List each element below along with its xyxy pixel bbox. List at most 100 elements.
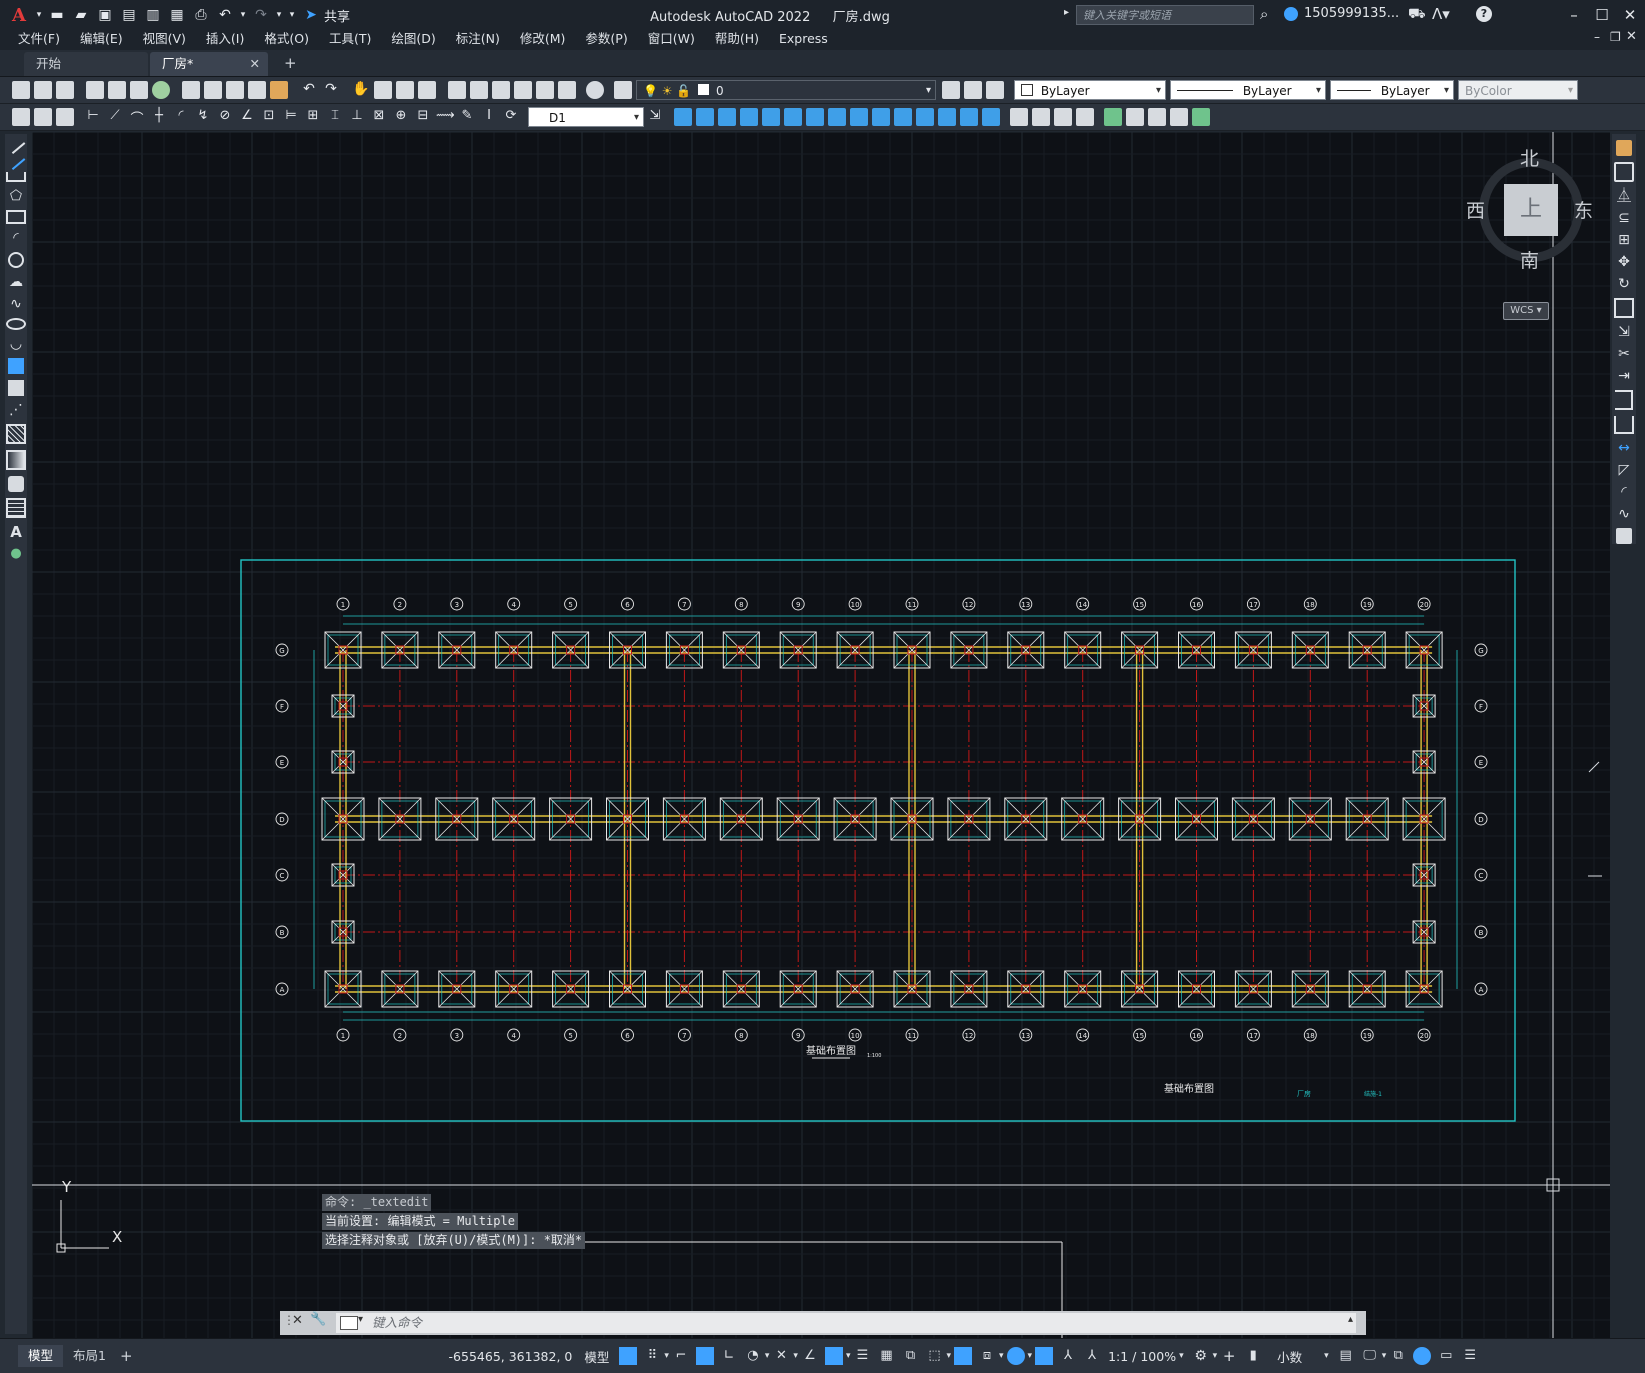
make-block-icon[interactable] <box>8 380 24 396</box>
underlay-icon[interactable] <box>1170 108 1188 126</box>
redo-icon[interactable]: ↷ <box>250 4 272 26</box>
layer-match-icon[interactable] <box>986 81 1004 99</box>
grid-icon[interactable] <box>619 1347 638 1365</box>
tolerance-icon[interactable]: ⊠ <box>370 108 388 126</box>
draw-order-below-icon[interactable] <box>1076 108 1094 126</box>
move-icon[interactable] <box>762 108 780 126</box>
polygon-icon[interactable]: ⬠ <box>8 188 24 204</box>
menu-tools[interactable]: 工具(T) <box>319 28 381 50</box>
dim-style-icon[interactable] <box>34 108 52 126</box>
linetype-dropdown[interactable]: ByLayer ▾ <box>1170 80 1326 100</box>
color-dropdown[interactable]: ByLayer ▾ <box>1014 80 1166 100</box>
offset-icon[interactable] <box>718 108 736 126</box>
quick-properties-icon[interactable]: ▤ <box>1337 1347 1355 1365</box>
compass-west-label[interactable]: 西 <box>1466 196 1485 223</box>
layer-properties-icon[interactable] <box>614 81 632 99</box>
menu-view[interactable]: 视图(V) <box>133 28 196 50</box>
plotstyle-dropdown[interactable]: ByColor ▾ <box>1458 80 1578 100</box>
save-as-icon[interactable]: ▤ <box>118 4 140 26</box>
spline-icon[interactable]: ∿ <box>8 296 24 312</box>
menu-edit[interactable]: 编辑(E) <box>70 28 133 50</box>
copy-icon[interactable] <box>204 81 222 99</box>
menu-draw[interactable]: 绘图(D) <box>381 28 445 50</box>
cart-icon[interactable]: ⛟ <box>1408 6 1426 24</box>
zoom-window-icon[interactable] <box>396 81 414 99</box>
hatch-icon[interactable] <box>6 424 26 444</box>
new-icon[interactable] <box>12 81 30 99</box>
draw-order-back-icon[interactable] <box>1032 108 1050 126</box>
dim-jogged-icon[interactable]: ↯ <box>194 108 212 126</box>
attach-icon[interactable] <box>1126 108 1144 126</box>
workspace-dropdown-icon[interactable]: ▾ <box>1213 1351 1218 1361</box>
redo-icon[interactable]: ↷ <box>322 81 340 99</box>
table-style-icon[interactable] <box>56 108 74 126</box>
filter-dropdown-icon[interactable]: ▾ <box>999 1351 1004 1361</box>
command-close-icon[interactable]: ✕ <box>292 1313 303 1328</box>
maximize-icon[interactable]: ☐ <box>1590 3 1614 27</box>
dim-radius-icon[interactable]: ◜ <box>172 108 190 126</box>
rectangle-icon[interactable] <box>6 210 26 224</box>
units-icon[interactable]: ▮ <box>1244 1347 1262 1365</box>
annotation-monitor-icon[interactable]: + <box>1220 1347 1238 1365</box>
add-selected-icon[interactable]: ● <box>8 546 24 562</box>
insert-block-icon[interactable] <box>1104 108 1122 126</box>
chevron-down-icon[interactable]: ▾ <box>1156 81 1161 101</box>
viewcube[interactable]: 上 北 南 西 东 <box>1466 148 1598 288</box>
close-icon[interactable]: ✕ <box>1618 3 1642 27</box>
match-properties-icon[interactable] <box>248 81 266 99</box>
chevron-down-icon[interactable]: ▾ <box>1444 81 1449 101</box>
doc-restore-icon[interactable]: ❐ <box>1610 30 1621 44</box>
break-icon[interactable] <box>894 108 912 126</box>
dim-ordinate-icon[interactable]: ┼ <box>150 108 168 126</box>
command-history-toggle-icon[interactable]: ▴ <box>1348 1314 1353 1325</box>
compass-north-label[interactable]: 北 <box>1520 144 1539 171</box>
join-icon[interactable] <box>916 108 934 126</box>
hardware-acceleration-icon[interactable] <box>1413 1347 1432 1365</box>
new-file-icon[interactable]: ▬ <box>46 4 68 26</box>
menu-modify[interactable]: 修改(M) <box>510 28 576 50</box>
selection-cycling-icon[interactable]: ⧉ <box>901 1347 919 1365</box>
layer-freeze-icon[interactable]: ☀ <box>662 84 673 98</box>
blend-curves-icon[interactable]: ∿ <box>1616 506 1632 522</box>
properties-icon[interactable] <box>448 81 466 99</box>
compass-south-label[interactable]: 南 <box>1520 246 1539 273</box>
menu-insert[interactable]: 插入(I) <box>196 28 254 50</box>
region-icon[interactable] <box>8 476 24 492</box>
table-icon[interactable] <box>6 498 26 518</box>
doc-minimize-icon[interactable]: – <box>1594 30 1600 44</box>
publish-icon[interactable] <box>130 81 148 99</box>
dynamic-ucs-icon[interactable] <box>954 1347 973 1365</box>
ellipse-arc-icon[interactable]: ◡ <box>8 336 24 352</box>
dim-aligned-icon[interactable]: ⟋ <box>106 108 124 126</box>
draw-order-above-icon[interactable] <box>1054 108 1072 126</box>
chevron-down-icon[interactable]: ▾ <box>1568 81 1573 101</box>
3d-osnap-dropdown-icon[interactable]: ▾ <box>946 1351 951 1361</box>
array-icon[interactable]: ⊞ <box>1616 232 1632 248</box>
block-editor-icon[interactable] <box>270 81 288 99</box>
snap-dropdown-icon[interactable]: ▾ <box>664 1351 669 1361</box>
menu-help[interactable]: 帮助(H) <box>705 28 769 50</box>
snap-icon[interactable]: ⠿ <box>643 1347 661 1365</box>
calculator-icon[interactable] <box>558 81 576 99</box>
layout-tab-model[interactable]: 模型 <box>18 1345 64 1367</box>
search-icon[interactable]: ⌕ <box>1260 5 1268 23</box>
autodesk-a360-icon[interactable]: Ʌ▾ <box>1432 5 1450 23</box>
polar-dropdown-icon[interactable]: ▾ <box>765 1351 770 1361</box>
layer-previous-icon[interactable] <box>964 81 982 99</box>
menu-parametric[interactable]: 参数(P) <box>575 28 637 50</box>
array-icon[interactable] <box>740 108 758 126</box>
markup-icon[interactable] <box>536 81 554 99</box>
undo-dropdown-icon[interactable]: ▾ <box>238 4 248 26</box>
share-label[interactable]: 共享 <box>324 6 350 25</box>
fillet-icon[interactable] <box>960 108 978 126</box>
drawing-canvas[interactable]: 1 1 2 2 3 3 4 4 5 5 6 6 7 7 8 8 9 9 10 10 11 11 12 12 13 13 14 14 15… <box>32 132 1610 1338</box>
mirror-icon[interactable] <box>696 108 714 126</box>
coordinates-readout[interactable]: -655465, 361382, 0 <box>449 1349 573 1364</box>
multiline-text-icon[interactable]: A <box>8 524 24 540</box>
dim-update-icon[interactable]: ⟳ <box>502 108 520 126</box>
layer-lock-icon[interactable]: 🔓 <box>676 84 691 98</box>
scale-icon[interactable] <box>1614 298 1634 318</box>
open-icon[interactable] <box>34 81 52 99</box>
sheet-set-icon[interactable] <box>514 81 532 99</box>
offset-icon[interactable]: ⊆ <box>1616 210 1632 226</box>
